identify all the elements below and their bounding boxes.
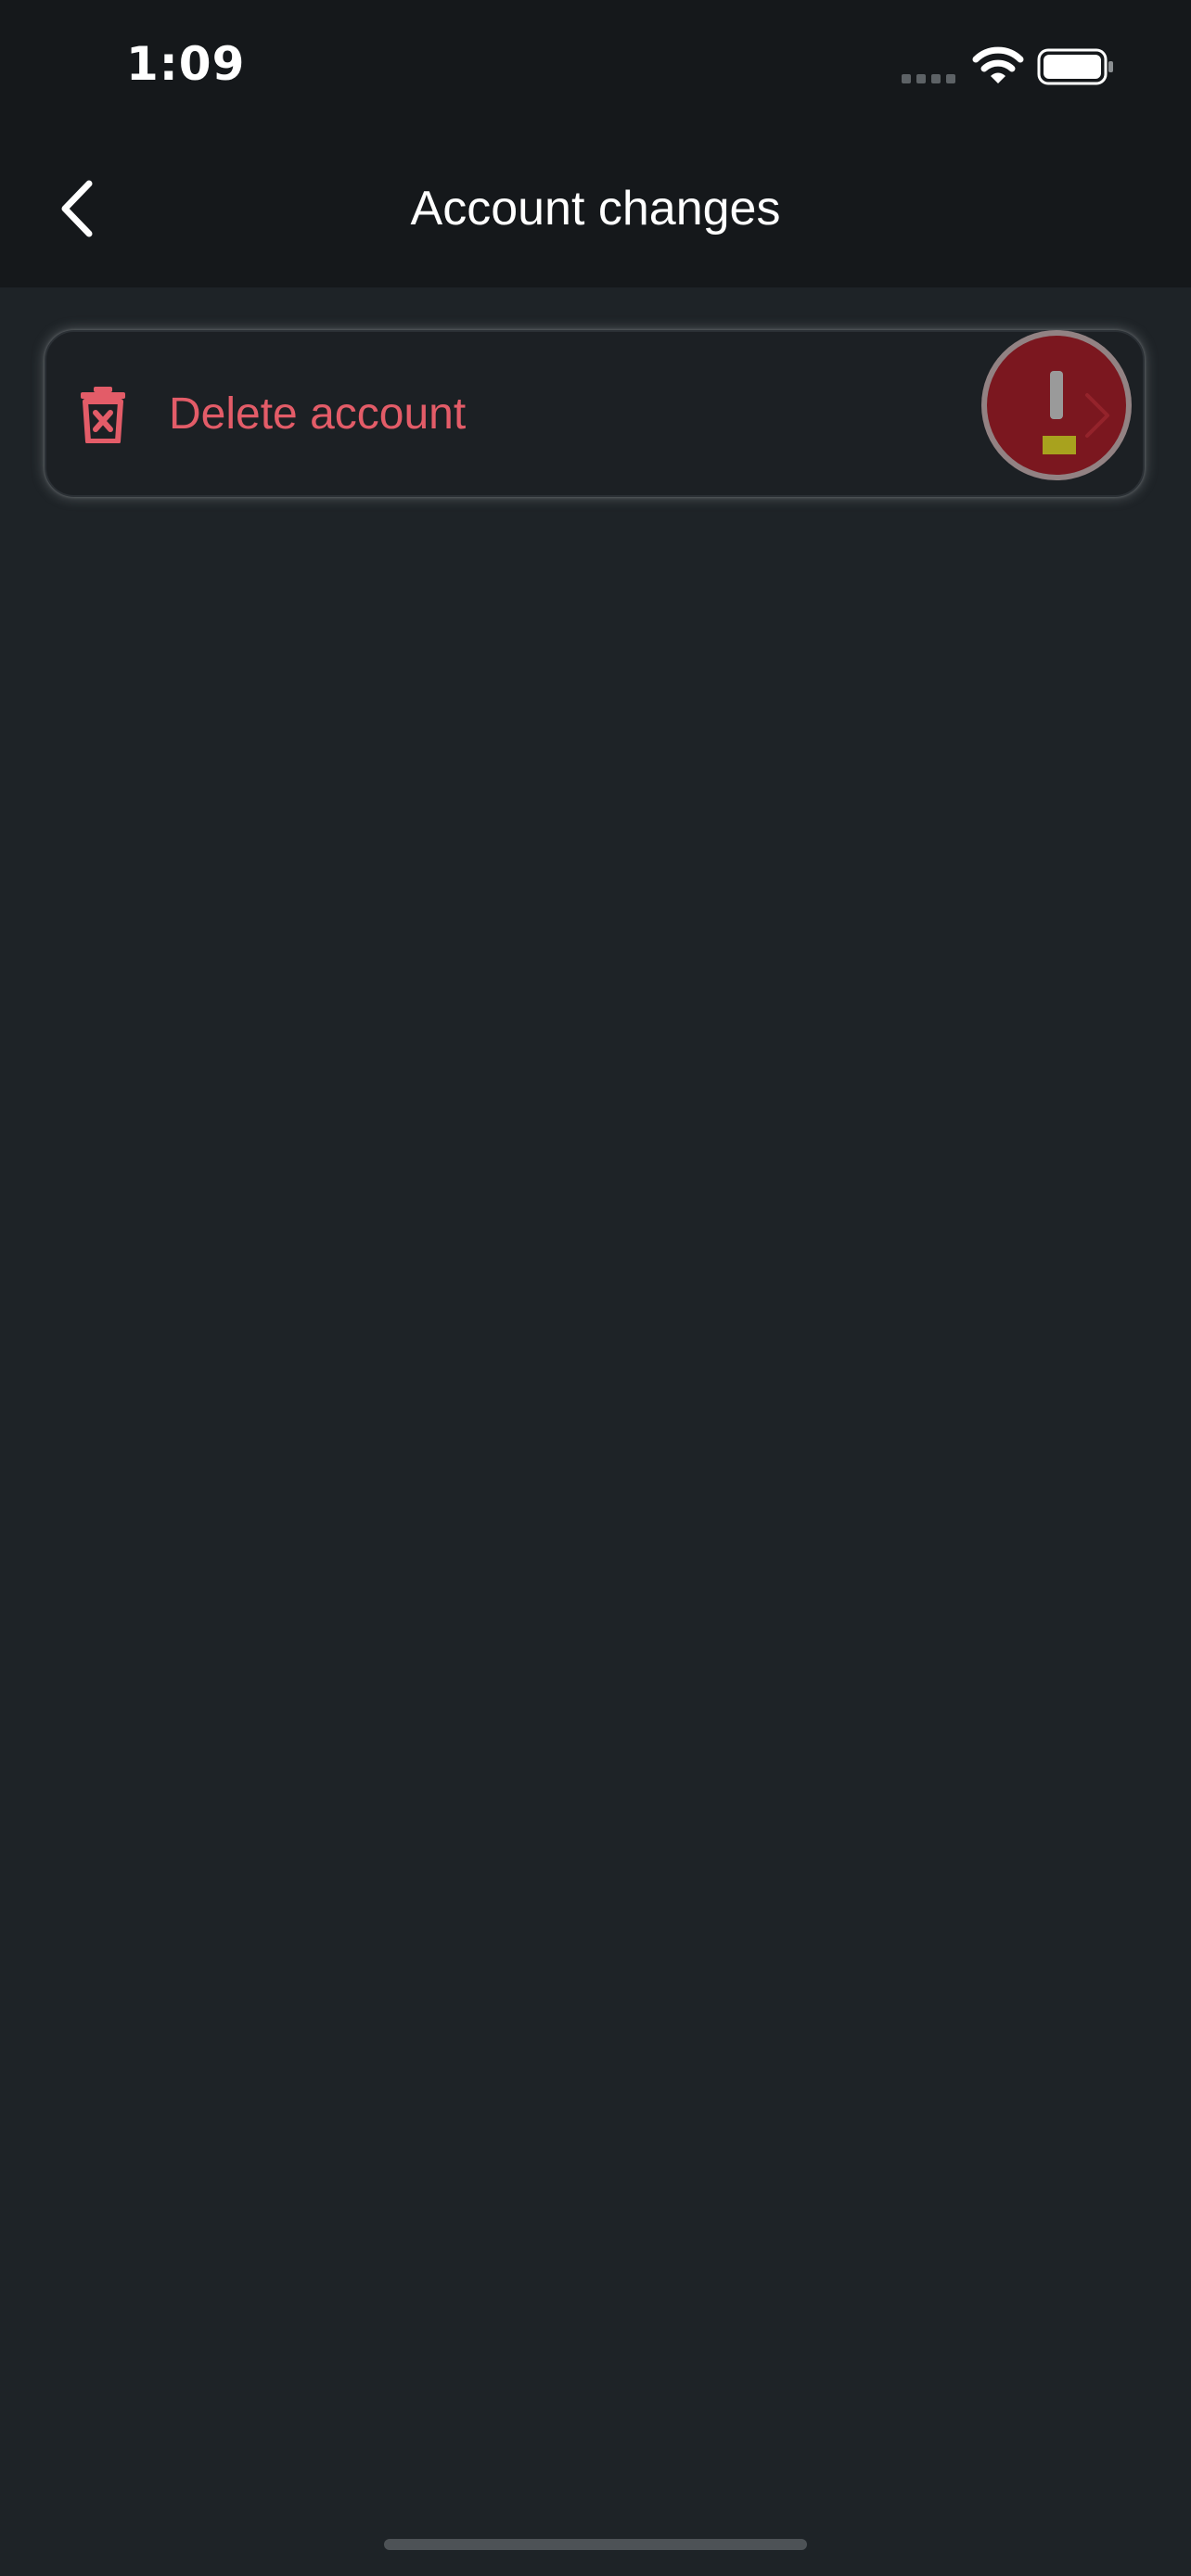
alert-badge-icon[interactable] xyxy=(981,330,1132,480)
status-time: 1:09 xyxy=(126,37,246,91)
delete-account-row[interactable]: Delete account xyxy=(45,330,1145,497)
signal-icon xyxy=(902,74,957,83)
page-title: Account changes xyxy=(410,182,781,236)
delete-account-label: Delete account xyxy=(169,389,467,439)
navigation-bar: Account changes xyxy=(0,130,1191,287)
trash-icon xyxy=(81,387,125,443)
home-indicator[interactable] xyxy=(384,2539,807,2550)
wifi-icon xyxy=(972,46,1024,83)
battery-icon xyxy=(1037,48,1113,85)
status-bar: 1:09 xyxy=(0,0,1191,130)
exclamation-dot xyxy=(1043,436,1076,454)
exclamation-icon xyxy=(1050,371,1063,419)
